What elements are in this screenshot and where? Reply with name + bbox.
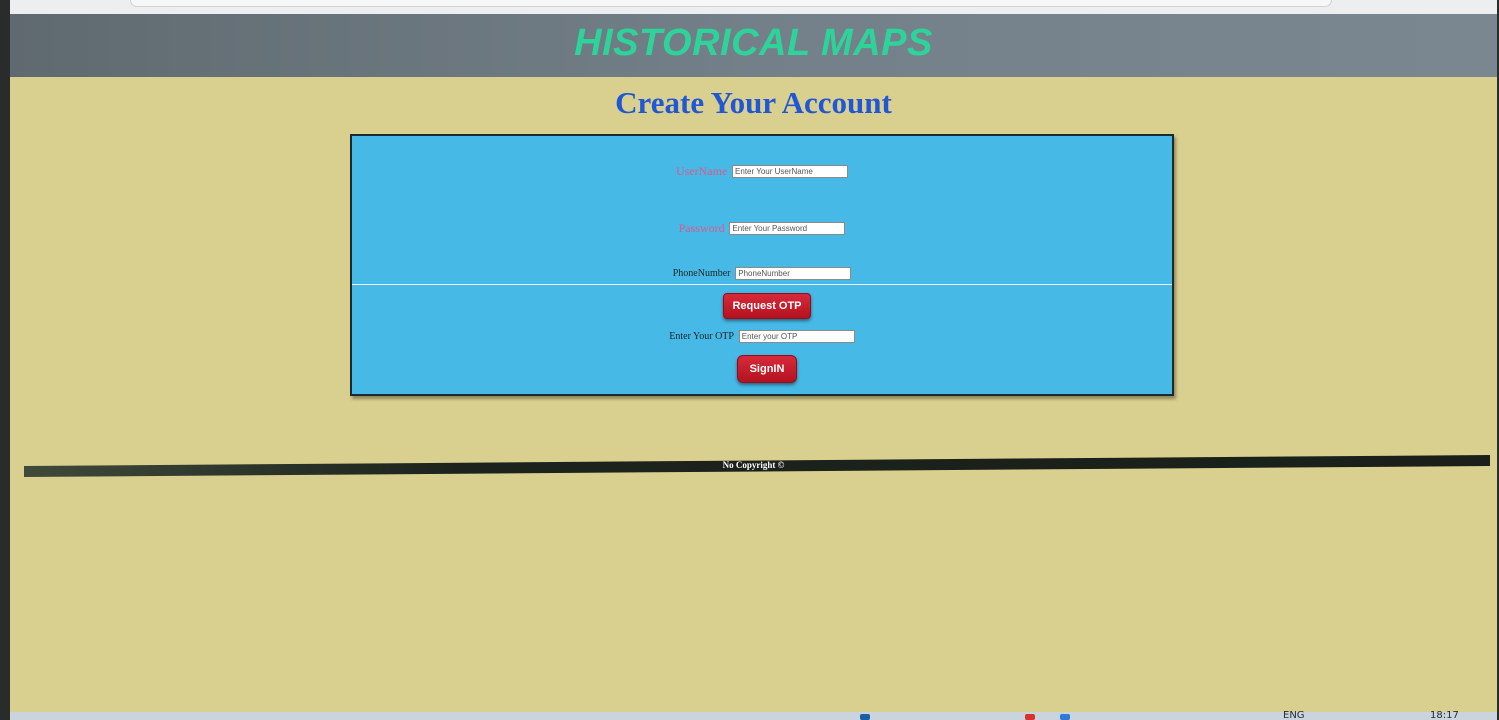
- phone-input[interactable]: [735, 267, 852, 280]
- form-divider: [352, 284, 1172, 285]
- os-taskbar: ENG 18:17: [10, 710, 1497, 720]
- password-row: Password: [352, 221, 1172, 236]
- footer-copyright: No Copyright ©: [722, 460, 785, 470]
- site-title: HISTORICAL MAPS: [574, 22, 933, 64]
- otp-input[interactable]: [738, 330, 855, 343]
- password-input[interactable]: [729, 222, 846, 235]
- signin-button[interactable]: SignIN: [737, 355, 797, 383]
- username-input[interactable]: [732, 165, 849, 178]
- taskbar-clock[interactable]: 18:17: [1430, 710, 1459, 720]
- browser-chrome-strip: [10, 0, 1497, 15]
- username-row: UserName: [352, 164, 1172, 179]
- taskbar-app-icon[interactable]: [1060, 714, 1070, 720]
- phone-label: PhoneNumber: [672, 268, 731, 279]
- username-label: UserName: [675, 164, 728, 178]
- browser-viewport: HISTORICAL MAPS Create Your Account User…: [10, 0, 1497, 720]
- password-label: Password: [678, 221, 725, 235]
- taskbar-app-icon[interactable]: [1025, 714, 1035, 720]
- site-header: HISTORICAL MAPS: [10, 14, 1497, 77]
- request-otp-button[interactable]: Request OTP: [723, 293, 811, 319]
- taskbar-language[interactable]: ENG: [1283, 710, 1305, 720]
- page-title: Create Your Account: [615, 85, 892, 120]
- otp-label: Enter Your OTP: [669, 331, 734, 342]
- phone-row: PhoneNumber: [352, 267, 1172, 280]
- browser-toolbar-edge: [130, 0, 1332, 7]
- otp-row: Enter Your OTP: [352, 330, 1172, 343]
- signup-form-panel: UserName Password PhoneNumber Request OT…: [350, 134, 1174, 396]
- taskbar-app-icon[interactable]: [860, 714, 870, 720]
